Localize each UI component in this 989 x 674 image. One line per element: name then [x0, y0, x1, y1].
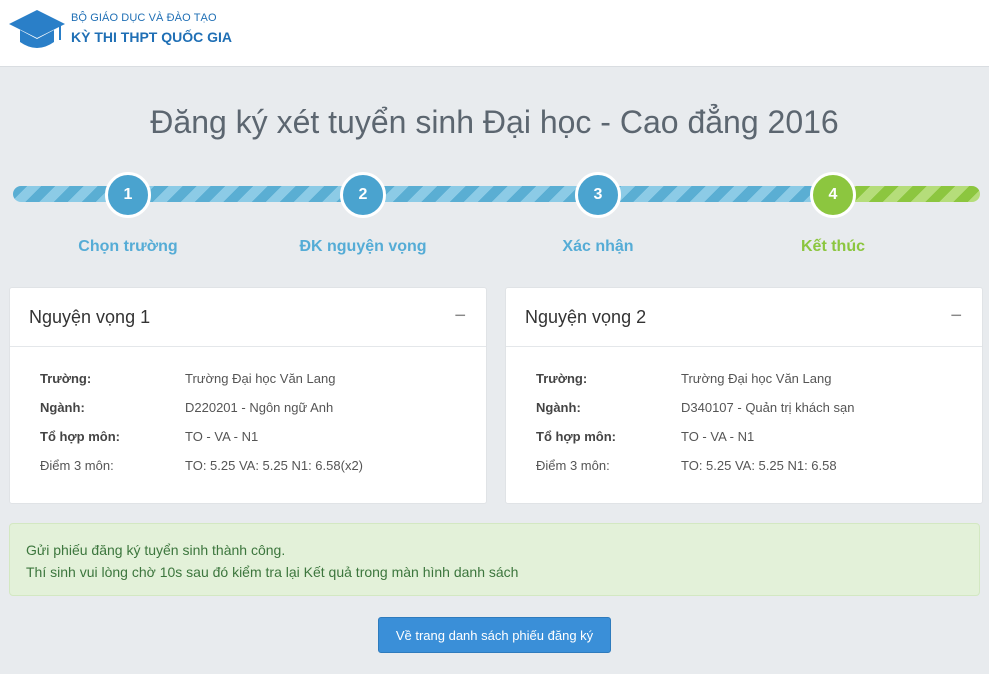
panel-header: Nguyện vọng 1 − — [10, 288, 486, 347]
step-1-circle: 1 — [105, 172, 151, 218]
collapse-button[interactable]: − — [950, 305, 962, 328]
row-label: Ngành: — [536, 400, 581, 415]
page-title: Đăng ký xét tuyển sinh Đại học - Cao đẳn… — [150, 104, 839, 140]
row-value: TO: 5.25 VA: 5.25 N1: 6.58(x2) — [185, 458, 364, 473]
site-header: BỘ GIÁO DỤC VÀ ĐÀO TẠO KỲ THI THPT QUỐC … — [0, 0, 989, 67]
row-subject-group: Tổ hợp môn: TO - VA - N1 — [40, 429, 460, 458]
step-3-label: Xác nhận — [562, 238, 634, 255]
row-subject-group: Tổ hợp môn: TO - VA - N1 — [536, 429, 956, 458]
step-4-circle: 4 — [810, 172, 856, 218]
row-label: Trường: — [40, 371, 92, 386]
row-label: Tổ hợp môn: — [40, 429, 120, 444]
row-label: Trường: — [536, 371, 588, 386]
row-value: D340107 - Quản trị khách sạn — [681, 400, 855, 415]
row-school: Trường: Trường Đại học Văn Lang — [536, 371, 956, 400]
panel-header: Nguyện vọng 2 − — [506, 288, 982, 347]
row-school: Trường: Trường Đại học Văn Lang — [40, 371, 460, 400]
wish-panel-1: Nguyện vọng 1 − Trường: Trường Đại học V… — [9, 287, 487, 504]
panel-title: Nguyện vọng 2 — [525, 307, 647, 327]
step-1-label: Chọn trường — [78, 238, 178, 255]
row-major: Ngành: D340107 - Quản trị khách sạn — [536, 400, 956, 429]
wish-panel-2: Nguyện vọng 2 − Trường: Trường Đại học V… — [505, 287, 983, 504]
exam-name: KỲ THI THPT QUỐC GIA — [71, 29, 232, 45]
row-label: Điểm 3 môn: — [536, 458, 610, 473]
alert-instruction: Thí sinh vui lòng chờ 10s sau đó kiểm tr… — [26, 564, 519, 580]
row-value: Trường Đại học Văn Lang — [681, 371, 832, 386]
row-label: Tổ hợp môn: — [536, 429, 616, 444]
org-name: BỘ GIÁO DỤC VÀ ĐÀO TẠO — [71, 12, 217, 24]
step-4-label: Kết thúc — [801, 238, 865, 255]
panel-body: Trường: Trường Đại học Văn Lang Ngành: D… — [536, 371, 956, 487]
step-2-label: ĐK nguyện vọng — [299, 238, 427, 255]
row-value: TO: 5.25 VA: 5.25 N1: 6.58 — [681, 458, 837, 473]
panel-body: Trường: Trường Đại học Văn Lang Ngành: D… — [40, 371, 460, 487]
row-label: Điểm 3 môn: — [40, 458, 114, 473]
row-label: Ngành: — [40, 400, 85, 415]
panel-title: Nguyện vọng 1 — [29, 307, 151, 327]
row-value: D220201 - Ngôn ngữ Anh — [185, 400, 334, 415]
row-major: Ngành: D220201 - Ngôn ngữ Anh — [40, 400, 460, 429]
graduation-cap-icon[interactable] — [8, 8, 66, 52]
row-scores: Điểm 3 môn: TO: 5.25 VA: 5.25 N1: 6.58 — [536, 458, 956, 487]
success-alert: Gửi phiếu đăng ký tuyển sinh thành công.… — [9, 523, 980, 596]
back-to-list-button[interactable]: Về trang danh sách phiếu đăng ký — [378, 617, 611, 653]
row-scores: Điểm 3 môn: TO: 5.25 VA: 5.25 N1: 6.58(x… — [40, 458, 460, 487]
row-value: TO - VA - N1 — [185, 429, 259, 444]
step-3-circle: 3 — [575, 172, 621, 218]
collapse-button[interactable]: − — [454, 305, 466, 328]
row-value: TO - VA - N1 — [681, 429, 755, 444]
row-value: Trường Đại học Văn Lang — [185, 371, 336, 386]
alert-message: Gửi phiếu đăng ký tuyển sinh thành công. — [26, 542, 286, 558]
step-2-circle: 2 — [340, 172, 386, 218]
